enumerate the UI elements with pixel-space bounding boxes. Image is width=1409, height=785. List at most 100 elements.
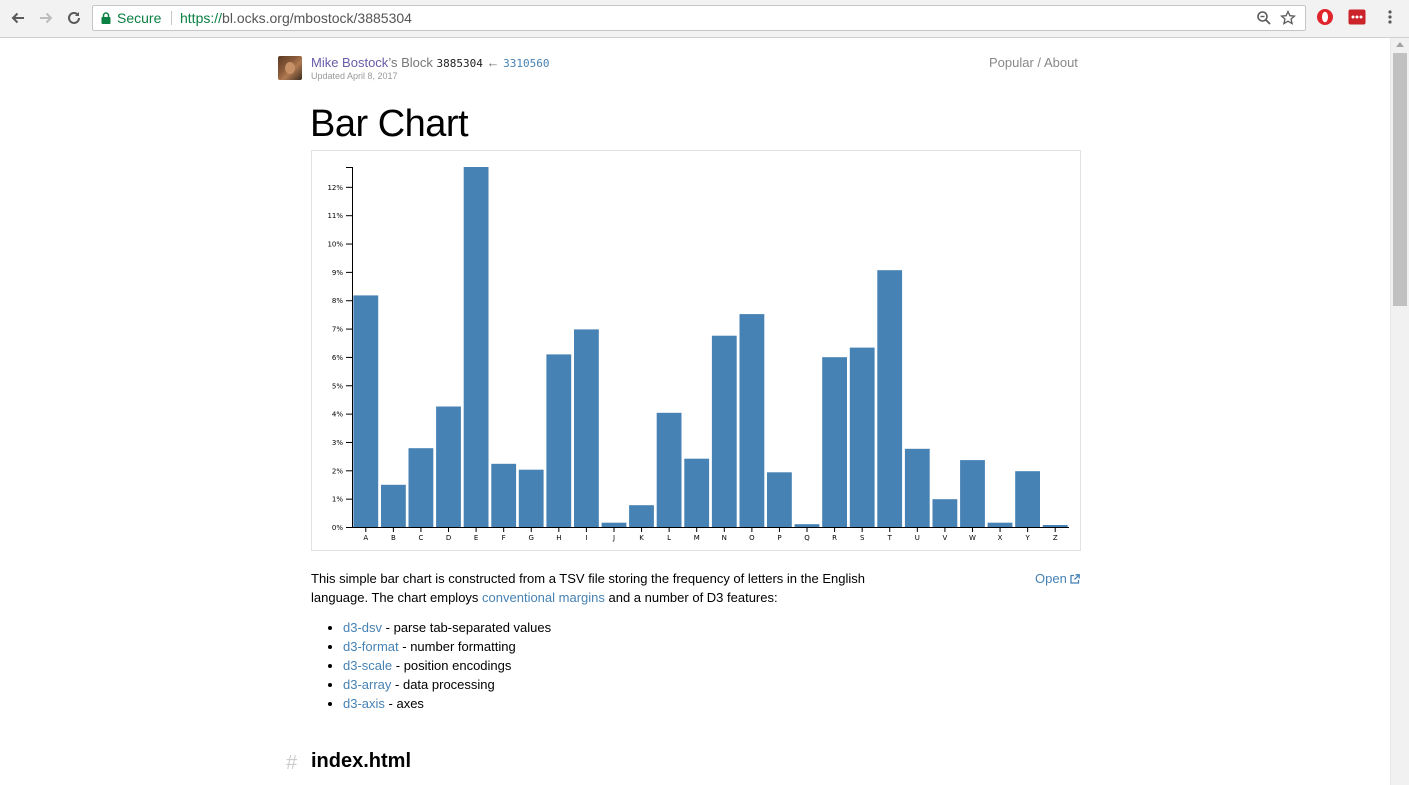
y-tick: 8% [332,297,352,305]
x-tick-label: S [860,534,865,542]
x-tick: F [502,527,506,542]
feature-list: d3-dsv - parse tab-separated values d3-f… [311,618,551,713]
list-item: d3-array - data processing [343,675,551,694]
bar-S [849,347,875,527]
y-tick-label: 7% [332,326,343,334]
nav-separator: / [1033,55,1044,70]
x-tick: H [556,527,561,542]
url-divider [171,11,172,25]
bar-Y [1015,471,1040,527]
y-tick-label: 10% [327,241,343,249]
anchor-hash[interactable]: # [286,752,297,775]
bar-V [932,499,958,527]
bar-E [463,167,489,527]
x-tick-label: V [943,534,948,542]
x-tick-label: T [887,534,893,542]
list-item-text: - number formatting [398,639,516,654]
bar-J [601,522,627,527]
y-tick: 11% [327,212,352,220]
x-tick-label: G [529,534,534,542]
x-tick: S [860,527,865,542]
x-tick: Z [1053,527,1058,542]
list-item-text: - parse tab-separated values [382,620,552,635]
fork-arrow: ← [486,55,500,70]
forward-arrow-icon[interactable] [34,6,58,30]
open-link[interactable]: Open [1035,571,1081,586]
about-link[interactable]: About [1044,55,1078,70]
x-tick-label: O [749,534,755,542]
conventional-margins-link[interactable]: conventional margins [482,590,605,605]
page-scrollbar[interactable] [1390,38,1409,785]
lock-icon [101,12,111,24]
x-tick: N [722,527,727,542]
d3-dsv-link[interactable]: d3-dsv [343,620,382,635]
top-nav: Popular / About [989,55,1078,70]
bar-Z [1042,525,1068,527]
y-tick-label: 5% [332,382,343,390]
bookmark-star-icon[interactable] [1279,9,1297,27]
back-arrow-icon[interactable] [6,6,30,30]
bar-P [767,472,792,527]
y-tick: 2% [332,467,352,475]
author-avatar[interactable] [278,56,302,80]
d3-format-link[interactable]: d3-format [343,639,399,654]
scroll-thumb[interactable] [1393,53,1407,306]
bar-B [381,484,406,527]
x-tick-label: A [363,534,368,542]
browser-menu-icon[interactable] [1381,8,1399,26]
block-byline: Mike Bostock’s Block 3885304 ← 3310560 [311,55,549,70]
d3-scale-link[interactable]: d3-scale [343,658,392,673]
address-bar[interactable]: Secure https://bl.ocks.org/mbostock/3885… [92,5,1306,31]
lastpass-extension-icon[interactable] [1348,8,1366,26]
author-link[interactable]: Mike Bostock [311,55,388,70]
reload-icon[interactable] [62,6,86,30]
y-tick: 9% [332,269,352,277]
bar-H [546,354,572,527]
x-tick: K [639,527,644,542]
y-tick: 7% [332,326,352,334]
x-axis: A B C D E F G H I J K L M N O P Q R S T U V W X Y Z [352,527,1069,542]
x-tick: R [832,527,837,542]
block-id: 3885304 [436,57,483,70]
description: This simple bar chart is constructed fro… [311,569,891,607]
page-title: Bar Chart [310,103,469,145]
y-tick-label: 0% [332,524,343,532]
updated-date: Updated April 8, 2017 [311,71,398,81]
x-tick-label: E [474,534,478,542]
list-item-text: - axes [384,696,424,711]
url-path: /mbostock/3885304 [289,10,412,26]
x-tick: Y [1024,527,1030,542]
x-tick-label: W [969,534,976,542]
x-tick: D [446,527,451,542]
y-axis: 0% 1% 2% 3% 4% 5% 6% 7% 8% 9% 10% 11% 12% [327,167,353,532]
d3-array-link[interactable]: d3-array [343,677,391,692]
bar-C [408,448,434,527]
secure-indicator[interactable]: Secure [101,6,161,30]
bar-I [574,329,599,527]
x-tick: B [391,527,396,542]
list-item: d3-axis - axes [343,694,551,713]
bar-chart: A B C D E F G H I J K L M N O P Q R S T U V W X Y Z 0% 1% 2% 3% 4% 5% 6%… [327,167,1069,542]
url-text[interactable]: https://bl.ocks.org/mbostock/3885304 [180,6,412,30]
y-tick: 3% [332,439,352,447]
x-tick: E [474,527,478,542]
x-tick-label: B [391,534,396,542]
popular-link[interactable]: Popular [989,55,1034,70]
x-tick-label: H [556,534,561,542]
url-host: bl.ocks.org [222,10,290,26]
x-tick: I [585,527,587,542]
y-tick-label: 4% [332,411,343,419]
zoom-icon[interactable] [1255,9,1273,27]
d3-axis-link[interactable]: d3-axis [343,696,385,711]
x-tick: J [612,527,615,542]
external-link-icon [1070,574,1081,584]
bar-F [491,463,517,527]
x-tick-label: Z [1053,534,1058,542]
scroll-up-arrow-icon[interactable] [1396,42,1404,47]
list-item: d3-dsv - parse tab-separated values [343,618,551,637]
opera-extension-icon[interactable] [1316,8,1334,26]
parent-block-link[interactable]: 3310560 [503,57,549,70]
y-tick: 10% [327,241,352,249]
bar-R [822,357,847,527]
bar-N [711,335,737,527]
